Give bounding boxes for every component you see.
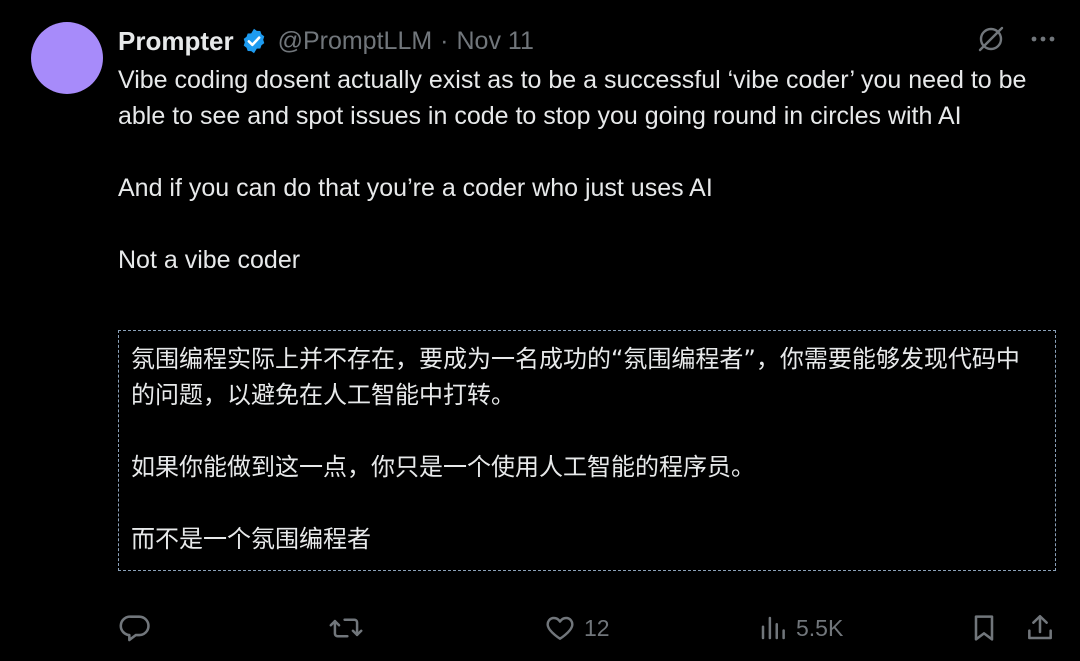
tweet[interactable]: Prompter @PromptLLM · Nov 11 Vibe coding… <box>0 0 1080 661</box>
tweet-paragraph: Not a vibe coder <box>118 246 301 274</box>
like-button[interactable]: 12 <box>544 608 610 648</box>
bookmark-icon <box>968 612 1000 644</box>
grok-icon[interactable] <box>974 22 1008 56</box>
bookmark-button[interactable] <box>968 608 1000 648</box>
author-name[interactable]: Prompter <box>118 26 234 57</box>
translation-box: 氛围编程实际上并不存在，要成为一名成功的“氛围编程者”，你需要能够发现代码中的问… <box>118 330 1056 571</box>
tweet-paragraph: Vibe coding dosent actually exist as to … <box>118 66 1027 130</box>
like-count: 12 <box>584 614 610 641</box>
top-actions <box>974 22 1060 56</box>
author-handle[interactable]: @PromptLLM <box>278 27 433 56</box>
repost-icon <box>328 611 364 645</box>
translation-paragraph: 氛围编程实际上并不存在，要成为一名成功的“氛围编程者”，你需要能够发现代码中的问… <box>131 345 1020 409</box>
heart-icon <box>544 612 576 644</box>
translation-paragraph: 如果你能做到这一点，你只是一个使用人工智能的程序员。 <box>131 453 755 481</box>
reply-icon <box>118 611 152 645</box>
avatar[interactable] <box>31 22 103 94</box>
views-button[interactable]: 5.5K <box>758 608 843 648</box>
share-button[interactable] <box>1024 608 1056 648</box>
verified-badge-icon <box>240 27 268 55</box>
more-icon[interactable] <box>1026 22 1060 56</box>
tweet-header: Prompter @PromptLLM · Nov 11 <box>118 24 534 58</box>
tweet-paragraph: And if you can do that you’re a coder wh… <box>118 174 713 202</box>
translation-paragraph: 而不是一个氛围编程者 <box>131 525 371 553</box>
action-bar: 12 5.5K <box>118 608 1058 648</box>
views-chart-icon <box>758 613 788 643</box>
header-separator: · <box>440 26 449 55</box>
share-icon <box>1024 612 1056 644</box>
reply-button[interactable] <box>118 608 160 648</box>
repost-button[interactable] <box>328 608 372 648</box>
tweet-date[interactable]: Nov 11 <box>457 27 534 56</box>
tweet-text: Vibe coding dosent actually exist as to … <box>118 62 1058 278</box>
views-count: 5.5K <box>796 614 844 641</box>
